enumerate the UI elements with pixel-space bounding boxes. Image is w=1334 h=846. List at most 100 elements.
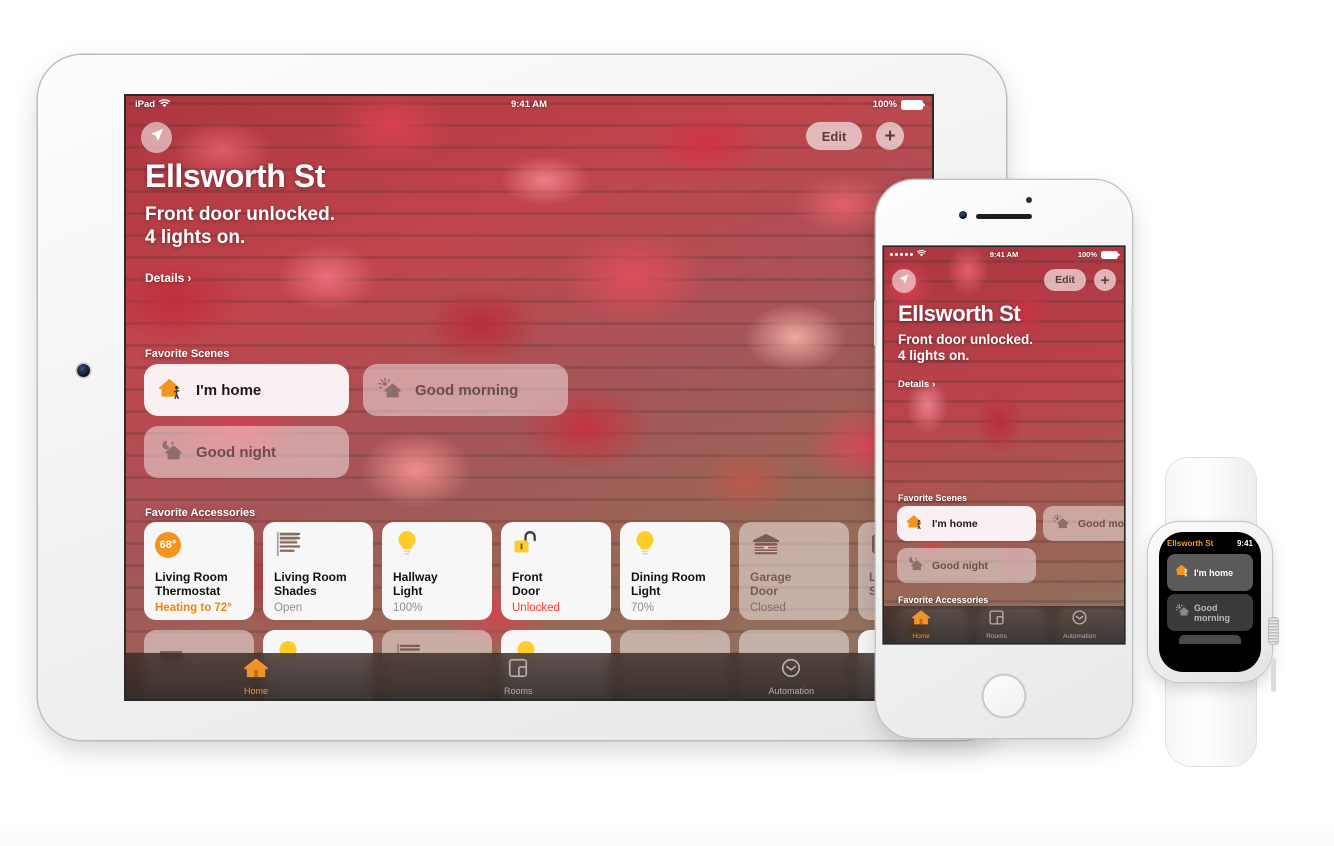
scene-label: I'm home	[932, 517, 978, 530]
scene-label: Good mo	[1078, 517, 1124, 530]
lightbulb-icon	[395, 530, 419, 565]
iphone-volume-buttons	[874, 300, 877, 346]
ipad-device: iPad 9:41 AM 100% Edit + Ellsworth St Fr…	[38, 55, 1006, 740]
tab-label: Rooms	[986, 633, 1007, 640]
accessory-tile-front-door[interactable]: Front Door Unlocked	[501, 522, 611, 620]
watch-home-name: Ellsworth St	[1167, 539, 1214, 548]
accessory-tile-hallway-light[interactable]: Hallway Light 100%	[382, 522, 492, 620]
iphone-proximity-sensor	[1026, 197, 1032, 203]
favorite-scenes-label: Favorite Scenes	[898, 493, 968, 503]
ipad-tab-bar: Home Rooms Automation	[126, 653, 932, 699]
unlocked-padlock-icon	[512, 529, 540, 564]
home-title: Ellsworth St	[898, 301, 1021, 326]
shades-icon	[274, 530, 304, 563]
iphone-front-camera	[959, 211, 967, 219]
home-status-line-1: Front door unlocked.	[145, 204, 335, 225]
sun-house-icon	[377, 376, 403, 405]
details-link[interactable]: Details ›	[898, 379, 935, 390]
location-arrow-button[interactable]	[892, 269, 916, 293]
screenshot-canvas: iPad 9:41 AM 100% Edit + Ellsworth St Fr…	[0, 0, 1334, 846]
sun-house-icon	[1175, 603, 1190, 622]
location-arrow-icon	[898, 272, 910, 290]
watch-case: Ellsworth St 9:41 I'm home Good morning	[1148, 522, 1278, 692]
ipad-battery-percent: 100%	[872, 99, 897, 110]
accessory-name: Garage Door	[750, 570, 792, 599]
chevron-right-icon: ›	[932, 379, 936, 390]
battery-icon	[901, 99, 923, 110]
edit-button-label: Edit	[1055, 274, 1075, 286]
tab-label: Home	[912, 633, 930, 640]
tab-rooms[interactable]: Rooms	[986, 609, 1007, 640]
accessory-tile-dining-room-light[interactable]: Dining Room Light 70%	[620, 522, 730, 620]
plus-icon: +	[1100, 271, 1110, 289]
tab-home[interactable]: Home	[912, 609, 931, 640]
iphone-screen: 9:41 AM 100% Edit + Ellsworth St Front d…	[884, 247, 1124, 643]
tab-automation[interactable]: Automation	[768, 657, 814, 696]
location-arrow-button[interactable]	[141, 122, 172, 153]
wifi-icon	[916, 250, 927, 259]
scene-card-good-morning[interactable]: Good morning	[363, 364, 568, 416]
watch-clock: 9:41	[1236, 539, 1253, 548]
scene-card-good-night[interactable]: Good night	[897, 548, 1036, 583]
wifi-icon	[158, 98, 171, 111]
watch-scene-im-home[interactable]: I'm home	[1167, 554, 1253, 591]
scene-card-im-home[interactable]: I'm home	[897, 506, 1036, 541]
iphone-clock: 9:41 AM	[989, 250, 1019, 259]
details-link[interactable]: Details ›	[145, 271, 191, 285]
watch-scene-partial[interactable]	[1179, 635, 1241, 644]
ipad-clock: 9:41 AM	[510, 99, 548, 110]
iphone-earpiece	[976, 214, 1032, 219]
house-person-icon	[906, 513, 924, 535]
moon-house-icon	[158, 438, 184, 467]
scene-label: Good night	[932, 559, 988, 572]
accessory-name: Living Room Thermostat	[155, 570, 228, 599]
edit-button[interactable]: Edit	[806, 122, 862, 150]
favorite-accessories-label: Favorite Accessories	[898, 595, 989, 605]
scene-card-good-morning[interactable]: Good mo	[1043, 506, 1124, 541]
favorite-scenes-label: Favorite Scenes	[145, 348, 230, 360]
watch-side-button[interactable]	[1271, 658, 1276, 692]
apple-watch-device: Ellsworth St 9:41 I'm home Good morning	[1144, 458, 1278, 766]
iphone-home-button[interactable]	[982, 674, 1026, 718]
home-status-line-1: Front door unlocked.	[898, 332, 1033, 347]
iphone-battery-percent: 100%	[1077, 250, 1097, 259]
ipad-carrier-label: iPad	[135, 99, 156, 110]
accessory-state: 70%	[631, 602, 655, 614]
add-accessory-button[interactable]: +	[1094, 269, 1116, 291]
tab-label: Home	[243, 685, 268, 696]
accessory-name: Living Room Shades	[274, 570, 347, 599]
thermostat-temp-badge: 68°	[159, 539, 177, 551]
tab-automation[interactable]: Automation	[1063, 609, 1096, 640]
accessory-tile-living-room-shades[interactable]: Living Room Shades Open	[263, 522, 373, 620]
ipad-front-camera	[77, 364, 90, 377]
house-icon	[244, 657, 268, 684]
house-icon	[912, 609, 931, 631]
iphone-tab-bar: Home Rooms Automation	[884, 606, 1124, 643]
edit-button[interactable]: Edit	[1044, 269, 1086, 291]
watch-scene-label: I'm home	[1194, 567, 1234, 578]
watch-scene-good-morning[interactable]: Good morning	[1167, 594, 1253, 631]
accessory-tile-garage-door[interactable]: Garage Door Closed	[739, 522, 849, 620]
tab-label: Automation	[1063, 633, 1096, 640]
accessory-tile-living-room-thermostat[interactable]: 68° Living Room Thermostat Heating to 72…	[144, 522, 254, 620]
house-person-icon	[1175, 563, 1190, 582]
tab-label: Rooms	[503, 685, 533, 696]
scene-label: I'm home	[196, 381, 262, 399]
plus-icon: +	[884, 125, 896, 147]
clock-icon	[780, 657, 802, 684]
scene-label: Good morning	[415, 381, 519, 399]
accessory-name: Front Door	[512, 570, 543, 599]
accessory-state: Open	[274, 602, 303, 614]
digital-crown[interactable]	[1269, 618, 1278, 644]
scene-card-good-night[interactable]: Good night	[144, 426, 349, 478]
accessory-name: Hallway Light	[393, 570, 438, 599]
accessory-state: Heating to 72°	[155, 602, 232, 614]
watch-screen: Ellsworth St 9:41 I'm home Good morning	[1159, 532, 1261, 672]
signal-dots-icon	[890, 253, 913, 256]
tab-home[interactable]: Home	[244, 657, 268, 696]
watch-scene-label: Good morning	[1194, 602, 1230, 623]
scene-card-im-home[interactable]: I'm home	[144, 364, 349, 416]
tab-rooms[interactable]: Rooms	[503, 657, 533, 696]
thermostat-icon: 68°	[155, 532, 181, 558]
add-accessory-button[interactable]: +	[876, 122, 904, 150]
